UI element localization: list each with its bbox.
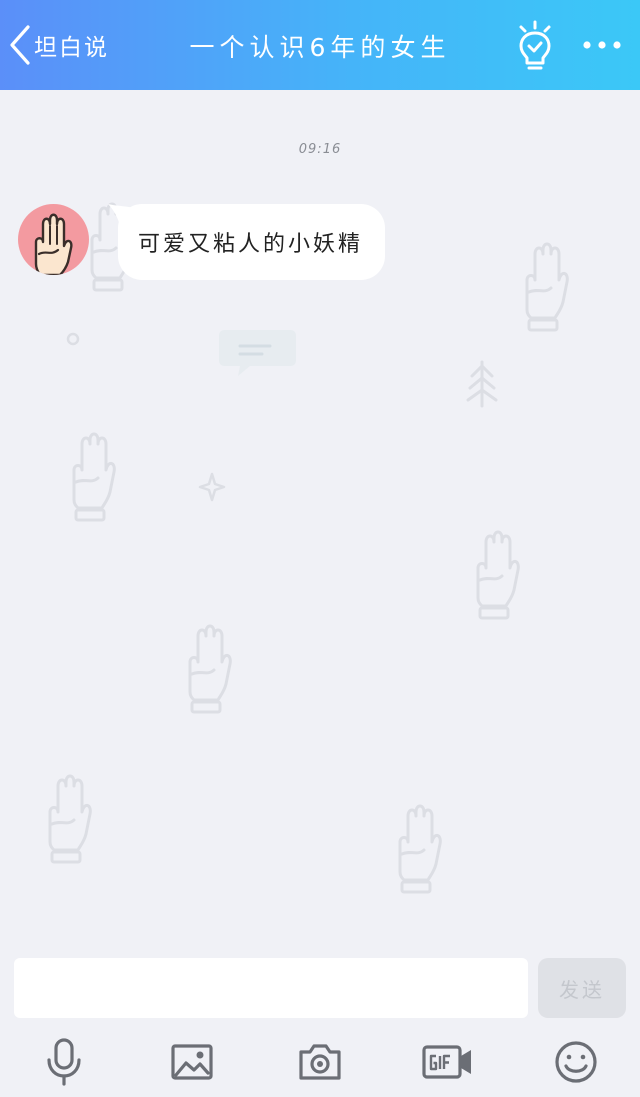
camera-icon[interactable] (296, 1038, 344, 1086)
chat-title: 一个认识6年的女生 (189, 33, 451, 62)
avatar[interactable] (18, 204, 89, 275)
back-label: 坦白说 (34, 35, 109, 61)
send-button[interactable]: 发送 (538, 958, 626, 1018)
chevron-left-icon (10, 25, 30, 65)
lightbulb-icon[interactable] (514, 20, 556, 72)
title-bar: 坦白说 一个认识6年的女生 (0, 0, 640, 90)
more-options-icon[interactable] (580, 30, 624, 60)
microphone-icon[interactable] (40, 1038, 88, 1086)
message-input[interactable] (14, 958, 528, 1018)
raised-hand-icon (34, 213, 73, 275)
message-text: 可爱又粘人的小妖精 (138, 232, 364, 257)
message-bubble[interactable]: 可爱又粘人的小妖精 (118, 204, 386, 280)
back-button[interactable]: 坦白说 (6, 22, 109, 68)
gif-icon[interactable] (420, 1038, 474, 1086)
emoji-icon[interactable] (552, 1038, 600, 1086)
message-timestamp: 09:16 (298, 142, 342, 157)
image-icon[interactable] (168, 1038, 216, 1086)
